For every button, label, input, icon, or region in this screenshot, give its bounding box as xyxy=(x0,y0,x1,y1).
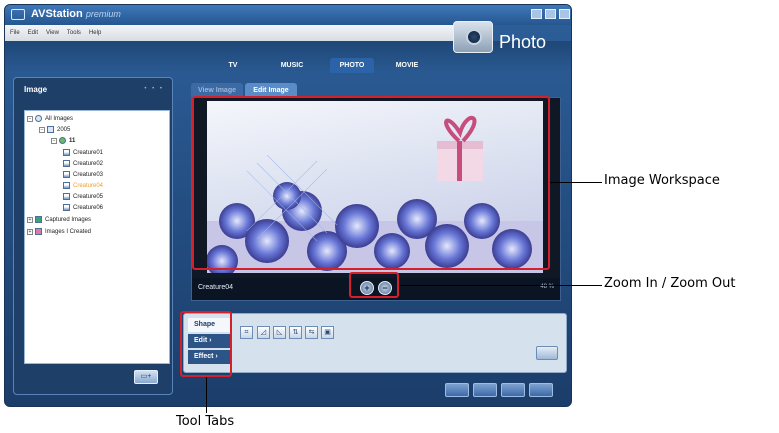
tree-item-all-images[interactable]: − All Images xyxy=(27,114,73,123)
day-icon xyxy=(59,137,66,144)
image-file-icon xyxy=(63,149,70,156)
tree-label: Creature02 xyxy=(73,160,104,167)
tree-label: Creature03 xyxy=(73,171,104,178)
image-file-icon xyxy=(63,182,70,189)
tab-tv[interactable]: TV xyxy=(215,58,251,73)
tree-item-creature02[interactable]: Creature02 xyxy=(63,159,103,168)
calendar-icon xyxy=(47,126,54,133)
flip-vertical-icon[interactable]: ⇅ xyxy=(289,326,302,339)
tree-label: 11 xyxy=(69,137,76,144)
rotate-right-icon[interactable]: ◺ xyxy=(273,326,286,339)
zoom-callout: Zoom In / Zoom Out xyxy=(604,276,736,291)
image-file-icon xyxy=(63,160,70,167)
image-file-icon xyxy=(63,171,70,178)
new-folder-icon: ▭+ xyxy=(140,373,152,380)
workspace-callout-line xyxy=(550,182,602,183)
zoom-callout-line xyxy=(399,285,602,286)
collapse-icon[interactable]: − xyxy=(39,126,45,133)
bottom-button-3[interactable] xyxy=(501,383,525,397)
workspace-highlight xyxy=(192,96,550,270)
tab-movie[interactable]: MOVIE xyxy=(385,58,429,73)
tool-tabs-highlight xyxy=(180,311,232,377)
workspace-callout: Image Workspace xyxy=(604,173,720,188)
tree-item-creature05[interactable]: Creature05 xyxy=(63,192,103,201)
image-tree: − All Images −2005 −11 Creature01 Creatur… xyxy=(24,110,170,364)
tab-edit-image[interactable]: Edit Image xyxy=(245,83,297,97)
zoom-highlight xyxy=(349,272,399,298)
tree-label: Creature01 xyxy=(73,149,104,156)
tab-view-image[interactable]: View Image xyxy=(191,83,243,97)
tool-panel: Shape Edit › Effect › ⌗ ◿ ◺ ⇅ ⇆ ▣ xyxy=(183,313,567,373)
app-title-suffix: premium xyxy=(85,9,121,19)
bottom-button-1[interactable] xyxy=(445,383,469,397)
expand-icon[interactable]: + xyxy=(27,228,33,235)
apply-button[interactable] xyxy=(536,346,558,360)
tree-label: Creature04 xyxy=(73,182,104,189)
new-folder-button[interactable]: ▭+ xyxy=(134,370,158,384)
rotate-left-icon[interactable]: ◿ xyxy=(257,326,270,339)
tree-label: Captured Images xyxy=(45,216,92,223)
menu-view[interactable]: View xyxy=(46,30,59,36)
resize-icon[interactable]: ▣ xyxy=(321,326,334,339)
close-button[interactable] xyxy=(559,9,570,19)
menu-bar: File Edit View Tools Help xyxy=(5,25,455,41)
created-images-icon xyxy=(35,228,42,235)
menu-help[interactable]: Help xyxy=(89,30,101,36)
menu-file[interactable]: File xyxy=(10,30,20,36)
tree-item-creature01[interactable]: Creature01 xyxy=(63,148,103,157)
crop-icon[interactable]: ⌗ xyxy=(240,326,253,339)
tree-label: Images I Created xyxy=(45,228,92,235)
collapse-icon[interactable]: − xyxy=(27,115,33,122)
menu-tools[interactable]: Tools xyxy=(67,30,81,36)
tool-tabs-callout: Tool Tabs xyxy=(176,414,235,429)
tree-label: 2005 xyxy=(57,126,71,133)
maximize-button[interactable] xyxy=(545,9,556,19)
tree-item-captured-images[interactable]: + Captured Images xyxy=(27,215,91,224)
tree-item-11[interactable]: − 11 xyxy=(51,136,75,145)
tree-label: Creature05 xyxy=(73,193,104,200)
app-title: AVStation premium xyxy=(31,8,121,20)
section-title: Photo xyxy=(499,32,547,52)
tab-photo[interactable]: PHOTO xyxy=(330,58,374,73)
expand-icon[interactable]: + xyxy=(27,216,33,223)
flip-horizontal-icon[interactable]: ⇆ xyxy=(305,326,318,339)
bottom-button-4[interactable] xyxy=(529,383,553,397)
image-file-icon xyxy=(63,204,70,211)
tab-music[interactable]: MUSIC xyxy=(270,58,314,73)
captured-images-icon xyxy=(35,216,42,223)
image-file-icon xyxy=(63,193,70,200)
tree-label: All Images xyxy=(45,115,74,122)
tree-item-creature04[interactable]: Creature04 xyxy=(63,181,103,190)
tree-item-creature06[interactable]: Creature06 xyxy=(63,203,103,212)
camera-icon xyxy=(453,21,493,53)
panel-menu-icon[interactable]: • • • xyxy=(144,86,164,92)
tree-item-creature03[interactable]: Creature03 xyxy=(63,170,103,179)
tool-tabs-callout-line xyxy=(206,377,207,413)
bottom-button-2[interactable] xyxy=(473,383,497,397)
tree-label: Creature06 xyxy=(73,204,104,211)
app-logo-icon xyxy=(11,9,25,20)
image-panel: Image • • • − All Images −2005 −11 Creatu… xyxy=(13,77,173,395)
tree-item-2005[interactable]: − 2005 xyxy=(39,125,70,134)
image-name: Creature04 xyxy=(198,284,234,291)
all-images-icon xyxy=(35,115,42,122)
app-title-text: AVStation xyxy=(31,8,83,20)
menu-edit[interactable]: Edit xyxy=(28,30,38,36)
tree-item-images-i-created[interactable]: + Images I Created xyxy=(27,227,91,236)
collapse-icon[interactable]: − xyxy=(51,137,57,144)
minimize-button[interactable] xyxy=(531,9,542,19)
